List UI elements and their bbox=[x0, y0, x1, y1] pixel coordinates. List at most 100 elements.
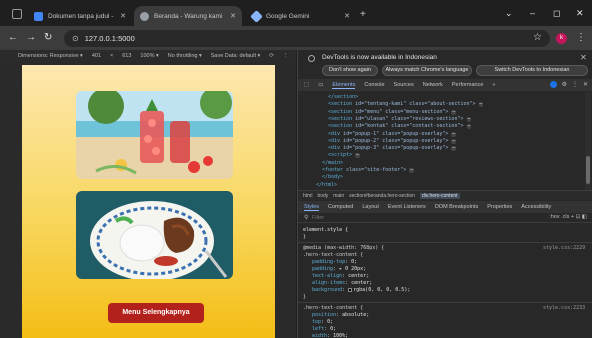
css-property[interactable]: text-align: center; bbox=[312, 273, 369, 279]
filter-icon: ⚲ bbox=[304, 215, 309, 221]
switch-language-button[interactable]: Switch DevTools to Indonesian bbox=[476, 65, 588, 76]
scrollbar-thumb[interactable] bbox=[586, 156, 590, 184]
subtab-dom-breakpoints[interactable]: DOM Breakpoints bbox=[435, 204, 478, 210]
more-options-icon[interactable]: ⋮ bbox=[283, 53, 289, 59]
subtab-styles[interactable]: Styles bbox=[304, 204, 319, 211]
subtab-properties[interactable]: Properties bbox=[487, 204, 512, 210]
devtools-actions: ⚙ ⋮ ✕ bbox=[549, 81, 588, 88]
width-input[interactable]: 401 bbox=[92, 53, 101, 59]
device-toggle-icon[interactable]: ▭ bbox=[318, 82, 323, 88]
close-tab-icon[interactable]: ✕ bbox=[120, 12, 126, 20]
tab-beranda[interactable]: Beranda - Warung kami ✕ bbox=[134, 6, 242, 26]
back-icon[interactable]: ← bbox=[8, 32, 18, 43]
color-swatch-icon[interactable] bbox=[348, 287, 353, 292]
tab-title: Google Gemini bbox=[266, 12, 310, 20]
css-property[interactable]: padding-top: 0; bbox=[312, 259, 357, 265]
reload-icon[interactable]: ↻ bbox=[44, 32, 52, 43]
issues-badge-icon[interactable] bbox=[549, 81, 557, 88]
tab-console[interactable]: Console bbox=[364, 82, 384, 88]
maximize-icon[interactable]: ◻ bbox=[553, 8, 560, 19]
dom-node-line[interactable]: <div id="popup-3" class="popup-overlay">… bbox=[328, 145, 457, 152]
tab-network[interactable]: Network bbox=[423, 82, 443, 88]
device-toolbar: Dimensions: Responsive ▾ 401 × 613 100% … bbox=[0, 50, 296, 62]
menu-selengkapnya-button[interactable]: Menu Selengkapnya bbox=[108, 303, 204, 323]
food-plate-photo bbox=[76, 191, 233, 279]
site-info-icon[interactable]: ⊙ bbox=[72, 34, 79, 43]
crumb-html[interactable]: html bbox=[303, 193, 312, 199]
minimize-icon[interactable]: – bbox=[530, 8, 535, 18]
dom-node-line[interactable]: <section id="tentang-kami" class="about-… bbox=[328, 101, 484, 108]
close-tab-icon[interactable]: ✕ bbox=[230, 12, 236, 20]
styles-subtabs: Styles Computed Layout Event Listeners D… bbox=[298, 201, 592, 213]
more-tabs-icon[interactable]: » bbox=[492, 82, 495, 88]
tab-docs[interactable]: Dokumen tanpa judul - Google ✕ bbox=[28, 6, 132, 26]
crumb-main[interactable]: main bbox=[333, 193, 344, 199]
css-property[interactable]: align-items: center; bbox=[312, 280, 372, 286]
close-devtools-icon[interactable]: ✕ bbox=[583, 81, 588, 88]
rule-selector[interactable]: .hero-text-content { bbox=[303, 305, 363, 311]
new-tab-button[interactable]: + bbox=[360, 9, 366, 20]
css-property[interactable]: padding: ▸ 0 20px; bbox=[312, 266, 366, 272]
crumb-body[interactable]: body bbox=[317, 193, 328, 199]
css-property[interactable]: position: absolute; bbox=[312, 312, 369, 318]
css-property[interactable]: top: 0; bbox=[312, 319, 333, 325]
tab-strip: Dokumen tanpa judul - Google ✕ Beranda -… bbox=[0, 0, 592, 26]
subtab-layout[interactable]: Layout bbox=[362, 204, 379, 210]
styles-filter-input[interactable] bbox=[312, 214, 462, 222]
dom-tree: </section> <section id="tentang-kami" cla… bbox=[298, 92, 585, 190]
dont-show-again-button[interactable]: Don't show again bbox=[322, 65, 378, 76]
tab-list-icon[interactable]: ⌄ bbox=[505, 8, 513, 19]
crumb-current[interactable]: div.hero-content bbox=[420, 192, 460, 199]
settings-gear-icon[interactable]: ⚙ bbox=[562, 81, 567, 88]
dom-node-line[interactable]: <div id="popup-2" class="popup-overlay">… bbox=[328, 138, 457, 144]
inspect-element-icon[interactable]: ⬚ bbox=[304, 82, 309, 88]
rule-source-link[interactable]: style.css:2229 bbox=[543, 245, 585, 251]
crumb-section[interactable]: section#beranda.hero-section bbox=[349, 193, 415, 199]
always-match-language-button[interactable]: Always match Chrome's language bbox=[382, 65, 472, 76]
css-property[interactable]: left: 0; bbox=[312, 326, 336, 332]
subtab-event-listeners[interactable]: Event Listeners bbox=[388, 204, 426, 210]
dom-node-line[interactable]: <script> ⋯ bbox=[328, 152, 360, 159]
profile-avatar[interactable]: k bbox=[556, 33, 567, 44]
tab-search-icon[interactable] bbox=[12, 9, 22, 19]
tab-elements[interactable]: Elements bbox=[332, 82, 356, 89]
css-property[interactable]: width: 100%; bbox=[312, 333, 348, 338]
address-bar[interactable]: ⊙ 127.0.0.1:5000 ☆ bbox=[64, 30, 550, 47]
dom-node-line[interactable]: </main> bbox=[322, 160, 343, 166]
element-style-selector[interactable]: element.style { bbox=[303, 227, 348, 233]
dom-scrollbar[interactable] bbox=[585, 92, 591, 190]
dom-node-line[interactable]: <div id="popup-1" class="popup-overlay">… bbox=[328, 131, 457, 137]
rule-source-link[interactable]: style.css:2233 bbox=[543, 305, 585, 311]
tab-title: Dokumen tanpa judul - Google bbox=[48, 12, 115, 20]
bookmark-star-icon[interactable]: ☆ bbox=[533, 32, 542, 43]
height-input[interactable]: 613 bbox=[122, 53, 131, 59]
rotate-icon[interactable]: ⟳ bbox=[269, 53, 274, 59]
close-tab-icon[interactable]: ✕ bbox=[344, 12, 350, 20]
styles-filter-options[interactable]: :hov .cls + ⊡ ◧ bbox=[549, 214, 587, 220]
dom-node-line[interactable]: <footer class="site-footer"> ⋯ bbox=[322, 167, 415, 173]
dom-node-line[interactable]: </html> bbox=[316, 182, 337, 188]
devtools-menu-icon[interactable]: ⋮ bbox=[572, 81, 578, 88]
dimensions-select[interactable]: Dimensions: Responsive ▾ bbox=[18, 53, 83, 59]
close-infobar-icon[interactable]: ✕ bbox=[580, 53, 587, 62]
tab-performance[interactable]: Performance bbox=[452, 82, 484, 88]
dom-node-line[interactable]: </section> bbox=[328, 94, 358, 100]
dom-node-line[interactable]: </body> bbox=[322, 174, 343, 180]
dom-node-line[interactable]: <section id="menu" class="menu-section">… bbox=[328, 109, 457, 115]
info-icon bbox=[308, 55, 315, 62]
dom-node-line[interactable]: <section id="ulasan" class="reviews-sect… bbox=[328, 116, 472, 122]
css-property[interactable]: background: rgba(0, 0, 0, 0.5); bbox=[312, 287, 410, 293]
rule-selector[interactable]: .hero-text-content { bbox=[303, 252, 363, 258]
tab-gemini[interactable]: Google Gemini ✕ bbox=[246, 6, 356, 26]
dom-node-line[interactable]: <section id="kontak" class="contact-sect… bbox=[328, 123, 472, 130]
zoom-select[interactable]: 100% ▾ bbox=[140, 53, 158, 59]
subtab-computed[interactable]: Computed bbox=[328, 204, 353, 210]
close-window-icon[interactable]: ✕ bbox=[576, 8, 584, 19]
chrome-menu-icon[interactable]: ⋮ bbox=[576, 32, 586, 43]
save-data-select[interactable]: Save Data: default ▾ bbox=[211, 53, 261, 59]
tab-title: Beranda - Warung kami bbox=[154, 12, 223, 20]
tab-sources[interactable]: Sources bbox=[394, 82, 414, 88]
subtab-accessibility[interactable]: Accessibility bbox=[521, 204, 551, 210]
forward-icon[interactable]: → bbox=[26, 32, 36, 43]
throttling-select[interactable]: No throttling ▾ bbox=[168, 53, 202, 59]
